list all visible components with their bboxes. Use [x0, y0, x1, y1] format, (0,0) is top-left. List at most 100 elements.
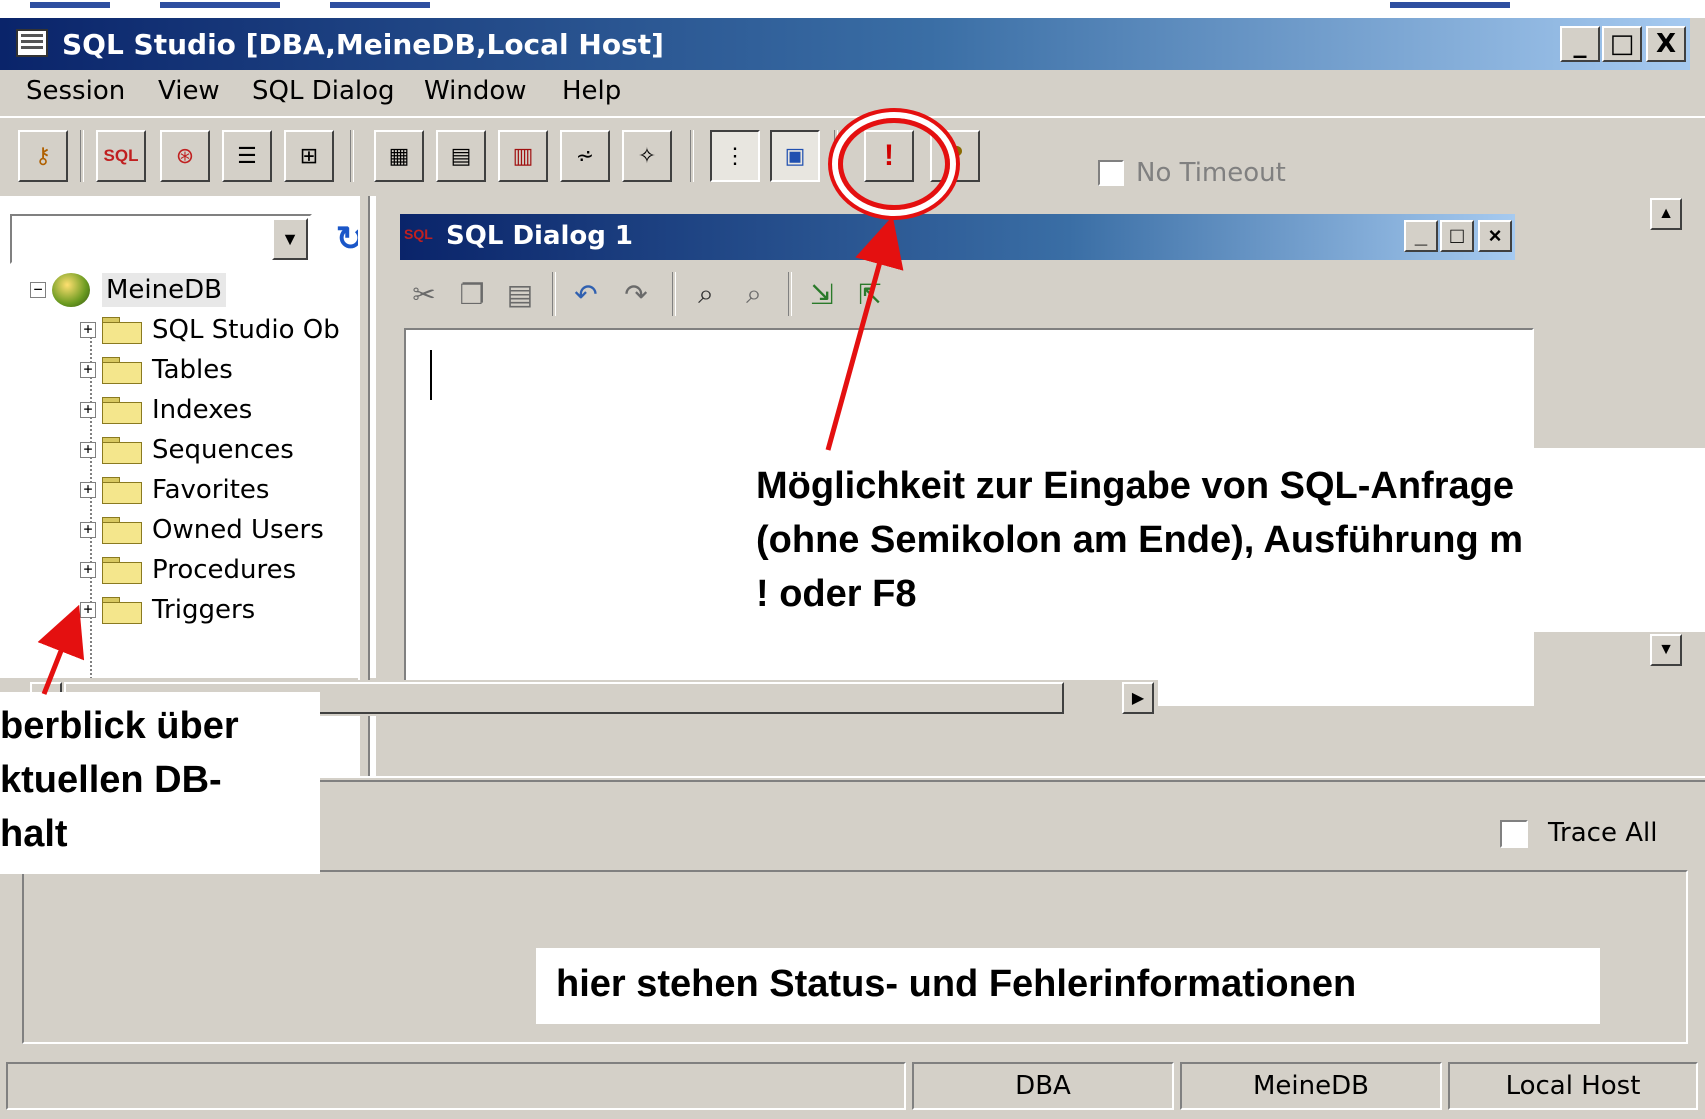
sql-dialog-titlebar[interactable]: SQL SQL Dialog 1 _ □ ×: [400, 214, 1515, 260]
collapse-icon[interactable]: −: [30, 282, 46, 298]
window-title: SQL Studio [DBA,MeineDB,Local Host]: [62, 28, 664, 61]
database-globe-icon: [52, 273, 90, 307]
editor-annotation: Möglichkeit zur Eingabe von SQL-Anfrage …: [740, 448, 1705, 632]
annotation-line: ! oder F8: [756, 573, 917, 615]
expand-icon[interactable]: +: [80, 442, 96, 458]
maximize-button[interactable]: □: [1602, 26, 1642, 62]
expand-icon[interactable]: +: [80, 562, 96, 578]
tree-item[interactable]: + Triggers: [80, 590, 255, 630]
close-button[interactable]: X: [1646, 26, 1686, 62]
copy-icon[interactable]: ❐: [452, 272, 492, 316]
xy-chart-icon[interactable]: ⩫: [560, 130, 610, 182]
schema-icon[interactable]: ⊞: [284, 130, 334, 182]
menu-session[interactable]: Session: [26, 76, 125, 106]
folder-icon: [102, 597, 142, 624]
tree-item[interactable]: + Procedures: [80, 550, 296, 590]
minimize-button[interactable]: _: [1560, 26, 1600, 62]
wand-icon[interactable]: ✧: [622, 130, 672, 182]
annotation-line: berblick über: [0, 705, 239, 747]
toolbar-separator: [690, 130, 694, 182]
status-message-panel: [6, 1062, 906, 1110]
expand-icon[interactable]: +: [80, 522, 96, 538]
sql-dialog-maximize-button[interactable]: □: [1440, 220, 1474, 252]
toolbar-separator: [552, 272, 556, 316]
sql-query-icon[interactable]: ⊛: [160, 130, 210, 182]
tree-item[interactable]: + Favorites: [80, 470, 269, 510]
export-icon[interactable]: ⇱: [850, 272, 890, 316]
annotation-line: Möglichkeit zur Eingabe von SQL-Anfrage: [756, 465, 1514, 507]
background-bar: [160, 2, 280, 8]
tree-item[interactable]: + Owned Users: [80, 510, 324, 550]
toolbar-separator: [672, 272, 676, 316]
replace-icon[interactable]: ⌕: [734, 272, 774, 316]
folder-icon: [102, 317, 142, 344]
annotation-line: halt: [0, 813, 68, 855]
folder-icon: [102, 517, 142, 544]
chevron-down-icon[interactable]: ▼: [272, 218, 308, 260]
top-background-strip: [0, 0, 1705, 18]
tree-annotation: berblick über ktuellen DB- halt: [0, 692, 320, 874]
paste-icon[interactable]: ▤: [500, 272, 540, 316]
menu-help[interactable]: Help: [562, 76, 621, 106]
expand-icon[interactable]: +: [80, 482, 96, 498]
grid-icon[interactable]: ▥: [498, 130, 548, 182]
tree-root-label: MeineDB: [102, 273, 226, 307]
window-titlebar[interactable]: SQL Studio [DBA,MeineDB,Local Host] _ □ …: [0, 18, 1690, 70]
database-combo[interactable]: ▼: [10, 214, 312, 264]
sql-window-toggle-icon[interactable]: ▣: [770, 130, 820, 182]
folder-icon: [102, 557, 142, 584]
expand-icon[interactable]: +: [80, 322, 96, 338]
tree-root-meinedb[interactable]: − MeineDB: [30, 270, 226, 310]
scroll-down-icon[interactable]: ▼: [1650, 634, 1682, 666]
tree-item[interactable]: + Sequences: [80, 430, 294, 470]
sql-dialog-close-button[interactable]: ×: [1478, 220, 1512, 252]
expand-icon[interactable]: +: [80, 362, 96, 378]
tree-item-label: Owned Users: [152, 515, 324, 545]
find-icon[interactable]: ⌕: [686, 272, 726, 316]
menu-view[interactable]: View: [158, 76, 220, 106]
scroll-right-icon[interactable]: ▶: [1122, 682, 1154, 714]
table-icon[interactable]: ▦: [374, 130, 424, 182]
annotation-line: ktuellen DB-: [0, 759, 222, 801]
menu-window[interactable]: Window: [424, 76, 527, 106]
status-annotation: hier stehen Status- und Fehlerinformatio…: [536, 948, 1600, 1024]
toolbar-separator: [350, 130, 354, 182]
folder-icon: [102, 397, 142, 424]
expand-icon[interactable]: +: [80, 602, 96, 618]
new-sql-dialog-button[interactable]: SQL: [96, 130, 146, 182]
scroll-up-icon[interactable]: ▲: [1650, 198, 1682, 230]
redo-icon[interactable]: ↷: [616, 272, 656, 316]
background-bar: [1390, 2, 1510, 8]
tree-item[interactable]: + Indexes: [80, 390, 252, 430]
sql-dialog-icon: SQL: [404, 226, 433, 242]
import-icon[interactable]: ⇲: [802, 272, 842, 316]
undo-icon[interactable]: ↶: [566, 272, 606, 316]
tree-view-toggle-icon[interactable]: ⋮: [710, 130, 760, 182]
toolbar-separator: [834, 130, 838, 182]
tree-item-label: Procedures: [152, 555, 297, 585]
annotation-line: hier stehen Status- und Fehlerinformatio…: [556, 963, 1357, 1005]
tree-item-label: SQL Studio Ob: [152, 315, 340, 345]
no-timeout-checkbox[interactable]: [1098, 160, 1124, 186]
menu-sql-dialog[interactable]: SQL Dialog: [252, 76, 395, 106]
tree-item[interactable]: + SQL Studio Ob: [80, 310, 340, 350]
sql-dialog-title: SQL Dialog 1: [446, 221, 634, 251]
disconnect-key-icon[interactable]: ⚷: [18, 130, 68, 182]
trace-all-checkbox[interactable]: [1500, 820, 1528, 848]
status-bar: DBA MeineDB Local Host: [0, 1052, 1705, 1119]
menu-bar: Session View SQL Dialog Window Help: [0, 70, 1705, 116]
folder-icon: [102, 357, 142, 384]
folder-icon: [102, 477, 142, 504]
sql-dialog-minimize-button[interactable]: _: [1404, 220, 1438, 252]
execute-highlight-circle: [838, 118, 950, 210]
tree-item-label: Sequences: [152, 435, 294, 465]
trace-all-label: Trace All: [1548, 818, 1658, 848]
toolbar-separator: [788, 272, 792, 316]
cut-icon[interactable]: ✂: [404, 272, 444, 316]
tree-item[interactable]: + Tables: [80, 350, 233, 390]
form-icon[interactable]: ▤: [436, 130, 486, 182]
expand-icon[interactable]: +: [80, 402, 96, 418]
tree-item-label: Favorites: [152, 475, 270, 505]
list-view-icon[interactable]: ☰: [222, 130, 272, 182]
no-timeout-label: No Timeout: [1136, 158, 1286, 188]
